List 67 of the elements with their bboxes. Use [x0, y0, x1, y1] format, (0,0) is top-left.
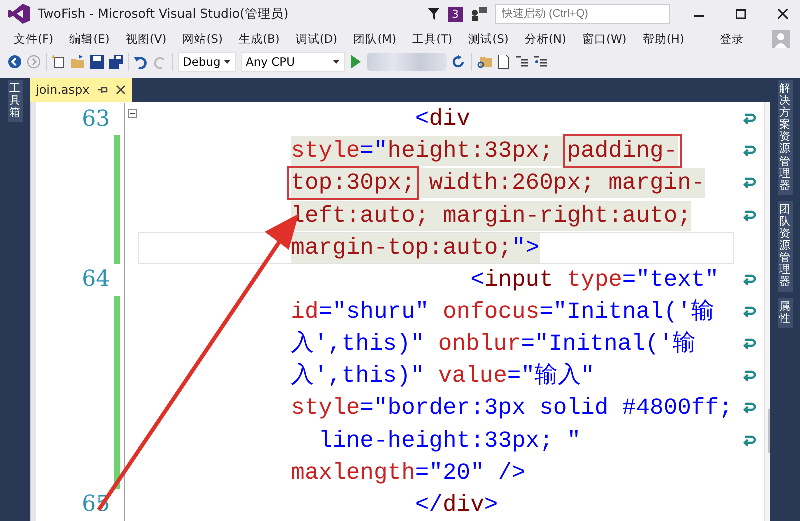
word-wrap-icon	[742, 272, 756, 287]
code-line: 入',this)" onblur="Initnal('输	[291, 330, 696, 360]
word-wrap-icon	[742, 434, 756, 448]
pin-icon[interactable]	[98, 85, 108, 95]
line-number: 63	[82, 106, 110, 132]
side-panel-tab[interactable]: 团队资源管理器	[778, 200, 792, 292]
back-icon[interactable]	[8, 55, 22, 69]
menu-item[interactable]: 团队(M)	[346, 32, 405, 46]
refresh-icon[interactable]	[452, 55, 466, 69]
line-number: 64	[82, 267, 110, 292]
code-line: </div>	[414, 490, 498, 520]
word-wrap-icon	[742, 208, 756, 223]
play-icon[interactable]	[350, 55, 362, 69]
menu-item[interactable]: 窗口(W)	[574, 32, 635, 46]
menu-item[interactable]: 分析(N)	[516, 32, 574, 46]
menu-item[interactable]: 生成(B)	[230, 32, 288, 46]
open-folder-icon[interactable]	[71, 55, 85, 69]
code-line: <div	[414, 105, 471, 134]
word-wrap-icon	[742, 369, 756, 384]
scrollbar[interactable]	[764, 102, 770, 521]
new-project-icon[interactable]	[52, 55, 66, 69]
word-wrap-icon	[742, 144, 756, 158]
toolbox-tab[interactable]: 工具箱	[8, 80, 22, 122]
caret-icon	[333, 60, 340, 64]
word-wrap-icon	[742, 337, 756, 352]
side-panel-tab[interactable]: 解决方案资源管理器	[778, 80, 792, 195]
quick-launch-field[interactable]: 快速启动 (Ctrl+Q)	[495, 4, 670, 24]
caret-icon	[224, 60, 231, 64]
collapse-icon[interactable]	[128, 109, 137, 118]
close-icon[interactable]	[778, 9, 788, 19]
find-in-files-icon[interactable]	[477, 55, 493, 69]
save-all-icon[interactable]	[109, 55, 123, 69]
comment-lines-icon[interactable]	[515, 56, 529, 68]
document-icon[interactable]	[498, 55, 510, 69]
menu-item[interactable]: 编辑(E)	[62, 32, 118, 46]
code-line: id="shuru" onfocus="Initnal('输	[291, 298, 714, 328]
document-tab[interactable]: join.aspx	[30, 78, 132, 102]
sign-in-link[interactable]: 登录	[712, 32, 752, 46]
menu-item[interactable]: 网站(S)	[174, 32, 231, 46]
uncomment-lines-icon[interactable]	[534, 56, 548, 68]
word-wrap-icon	[742, 176, 756, 190]
menu-item[interactable]: 调试(D)	[288, 32, 346, 46]
app-logo	[8, 4, 30, 24]
code-line: maxlength="20" />	[291, 458, 526, 488]
feedback-icon[interactable]	[471, 7, 487, 21]
undo-icon[interactable]	[134, 55, 148, 69]
maximize-icon[interactable]	[736, 9, 746, 19]
menu-item[interactable]: 文件(F)	[6, 32, 62, 46]
code-line: line-height:33px; "	[318, 426, 582, 456]
platform-dropdown[interactable]: Any CPU	[241, 52, 345, 72]
code-line: style="border:3px solid #4800ff;	[291, 394, 733, 424]
menu-item[interactable]: 视图(V)	[118, 32, 175, 46]
code-line: 入',this)" value="输入"	[291, 362, 595, 392]
menu-item[interactable]: 工具(T)	[404, 32, 461, 46]
word-wrap-icon	[742, 112, 756, 126]
menu-item[interactable]: 测试(S)	[460, 32, 517, 46]
code-line: <input type="text"	[470, 266, 720, 295]
side-panel-tab[interactable]: 属性	[778, 298, 792, 328]
word-wrap-icon	[742, 305, 756, 320]
close-icon[interactable]	[116, 85, 126, 95]
word-wrap-icon	[742, 401, 756, 416]
menu-item[interactable]: 帮助(H)	[634, 32, 692, 46]
configuration-dropdown[interactable]: Debug	[178, 52, 236, 72]
notification-badge[interactable]: 3	[448, 6, 463, 22]
filter-icon[interactable]	[428, 8, 440, 20]
save-icon[interactable]	[90, 55, 104, 69]
window-title: TwoFish - Microsoft Visual Studio(管理员)	[38, 6, 290, 22]
